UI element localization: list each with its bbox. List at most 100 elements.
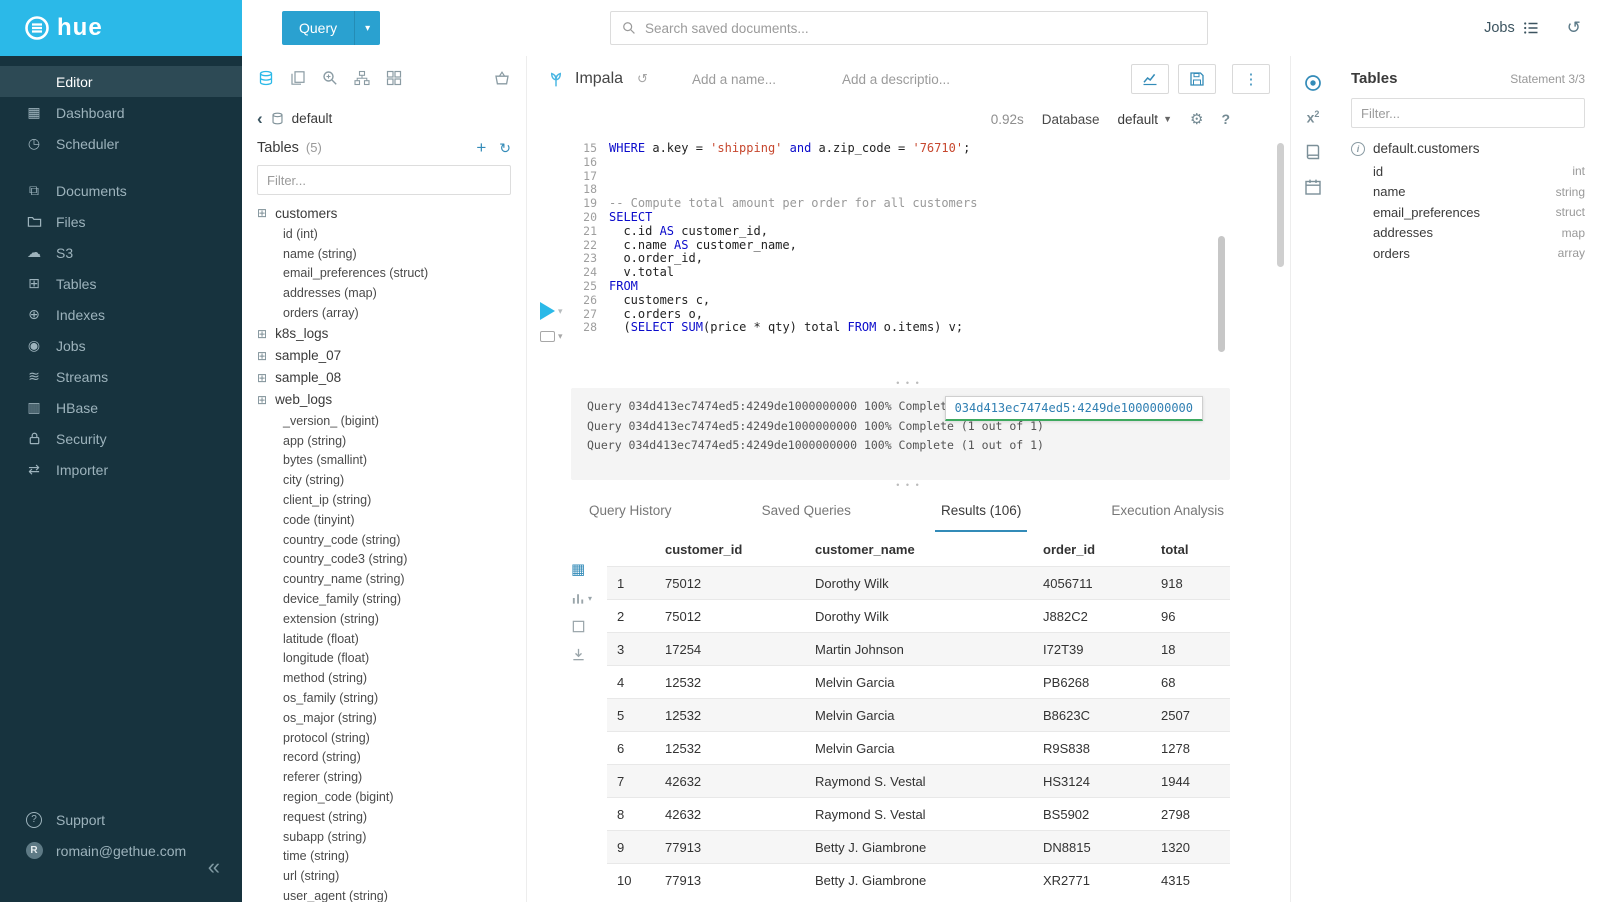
- database-breadcrumb[interactable]: default: [292, 111, 333, 126]
- insights-icon[interactable]: [1304, 74, 1322, 92]
- column-item[interactable]: latitude (float): [257, 629, 511, 649]
- column-item[interactable]: request (string): [257, 807, 511, 827]
- column-item[interactable]: country_code (string): [257, 530, 511, 550]
- table-row[interactable]: 977913Betty J. GiambroneDN88151320: [607, 831, 1230, 864]
- support-link[interactable]: ? Support: [0, 804, 242, 835]
- execute-button[interactable]: ▾: [540, 302, 563, 320]
- column-item[interactable]: referer (string): [257, 767, 511, 787]
- column-item[interactable]: app (string): [257, 431, 511, 451]
- download-icon[interactable]: [571, 647, 586, 662]
- column-item[interactable]: longitude (float): [257, 649, 511, 669]
- column-item[interactable]: code (tinyint): [257, 510, 511, 530]
- column-item[interactable]: extension (string): [257, 609, 511, 629]
- column-item[interactable]: os_family (string): [257, 688, 511, 708]
- column-item[interactable]: region_code (bigint): [257, 787, 511, 807]
- column-item[interactable]: bytes (smallint): [257, 451, 511, 471]
- table-row[interactable]: 317254Martin JohnsonI72T3918: [607, 633, 1230, 666]
- column-item-id[interactable]: idint: [1373, 161, 1585, 182]
- column-item[interactable]: _version_ (bigint): [257, 411, 511, 431]
- basket-icon[interactable]: [494, 70, 510, 86]
- settings-gear-icon[interactable]: ⚙: [1190, 110, 1203, 128]
- column-header-customer-id[interactable]: customer_id: [655, 532, 805, 567]
- column-item[interactable]: device_family (string): [257, 589, 511, 609]
- table-row[interactable]: 842632Raymond S. VestalBS59022798: [607, 798, 1230, 831]
- code-editor[interactable]: 1516171819202122232425262728 WHERE a.key…: [527, 136, 1290, 378]
- sidebar-item-jobs[interactable]: ◉Jobs: [0, 330, 242, 361]
- query-dropdown-caret[interactable]: ▾: [354, 11, 380, 45]
- table-filter-input[interactable]: [257, 165, 511, 195]
- global-search-input[interactable]: [645, 21, 1196, 36]
- column-item[interactable]: country_name (string): [257, 569, 511, 589]
- column-item-email-preferences[interactable]: email_preferencesstruct: [1373, 202, 1585, 223]
- column-item[interactable]: name (string): [257, 244, 511, 264]
- tab-saved-queries[interactable]: Saved Queries: [756, 490, 857, 532]
- search-assist-icon[interactable]: [322, 70, 338, 86]
- column-item[interactable]: url (string): [257, 866, 511, 886]
- tab-results-106[interactable]: Results (106): [935, 490, 1027, 532]
- column-item[interactable]: id (int): [257, 224, 511, 244]
- sidebar-item-s3[interactable]: ☁S3: [0, 237, 242, 268]
- chart-view-icon[interactable]: ▾: [571, 591, 592, 606]
- table-item-k8s-logs[interactable]: ⊞k8s_logs: [257, 323, 511, 345]
- table-item-sample-08[interactable]: ⊞sample_08: [257, 367, 511, 389]
- functions-icon[interactable]: x2: [1307, 109, 1320, 126]
- hue-logo[interactable]: hue: [0, 0, 242, 56]
- column-item-name[interactable]: namestring: [1373, 182, 1585, 203]
- resize-handle-top[interactable]: • • •: [527, 378, 1290, 388]
- column-item-addresses[interactable]: addressesmap: [1373, 223, 1585, 244]
- table-item-sample-07[interactable]: ⊞sample_07: [257, 345, 511, 367]
- help-icon[interactable]: ?: [1221, 111, 1230, 127]
- database-source-icon[interactable]: [258, 70, 274, 86]
- refresh-tables-icon[interactable]: ↻: [499, 141, 511, 155]
- column-item[interactable]: email_preferences (struct): [257, 264, 511, 284]
- table-row[interactable]: 275012Dorothy WilkJ882C296: [607, 600, 1230, 633]
- column-item[interactable]: record (string): [257, 748, 511, 768]
- sidebar-item-hbase[interactable]: ▥HBase: [0, 392, 242, 423]
- query-name-input[interactable]: [692, 72, 832, 87]
- resize-handle-bottom[interactable]: • • •: [527, 480, 1290, 490]
- tab-execution-analysis[interactable]: Execution Analysis: [1105, 490, 1230, 532]
- chart-options-caret[interactable]: ▾: [588, 594, 592, 603]
- column-item[interactable]: time (string): [257, 847, 511, 867]
- editor-scrollbar[interactable]: [1218, 236, 1225, 352]
- jobs-button[interactable]: Jobs: [1484, 20, 1539, 36]
- sidebar-item-importer[interactable]: ⇄Importer: [0, 454, 242, 485]
- column-item[interactable]: user_agent (string): [257, 886, 511, 902]
- execute-options-caret[interactable]: ▾: [558, 306, 563, 317]
- sitemap-icon[interactable]: [354, 70, 370, 86]
- column-header-total[interactable]: total: [1151, 532, 1230, 567]
- info-icon[interactable]: i: [1351, 142, 1365, 156]
- column-item[interactable]: os_major (string): [257, 708, 511, 728]
- sidebar-item-streams[interactable]: ≋Streams: [0, 361, 242, 392]
- create-table-icon[interactable]: +: [476, 139, 486, 156]
- column-header-order-id[interactable]: order_id: [1033, 532, 1151, 567]
- database-selector[interactable]: default▼: [1118, 112, 1172, 127]
- sidebar-item-files[interactable]: Files: [0, 206, 242, 237]
- column-item[interactable]: addresses (map): [257, 283, 511, 303]
- user-account[interactable]: R romain@gethue.com: [0, 835, 242, 866]
- right-filter-input[interactable]: [1351, 98, 1585, 128]
- table-row[interactable]: 412532Melvin GarciaPB626868: [607, 666, 1230, 699]
- table-item-web-logs[interactable]: ⊞web_logs: [257, 389, 511, 411]
- back-chevron-icon[interactable]: ‹: [257, 110, 263, 127]
- save-button[interactable]: [1178, 64, 1216, 94]
- language-reference-icon[interactable]: [1304, 143, 1322, 161]
- more-actions-button[interactable]: ⋮: [1232, 64, 1270, 94]
- chart-button[interactable]: [1131, 64, 1169, 94]
- query-history-icon[interactable]: ↺: [1567, 18, 1581, 38]
- sidebar-item-scheduler[interactable]: ◷Scheduler: [0, 128, 242, 159]
- table-row[interactable]: 175012Dorothy Wilk4056711918: [607, 567, 1230, 600]
- sidebar-item-security[interactable]: Security: [0, 423, 242, 454]
- sidebar-item-documents[interactable]: ⧉Documents: [0, 175, 242, 206]
- sidebar-item-tables[interactable]: ⊞Tables: [0, 268, 242, 299]
- collapse-sidebar-button[interactable]: «: [208, 856, 220, 878]
- sidebar-item-indexes[interactable]: ⊕Indexes: [0, 299, 242, 330]
- table-item-customers[interactable]: ⊞customers: [257, 202, 511, 224]
- snippet-history-icon[interactable]: ↺: [637, 71, 648, 87]
- column-item[interactable]: city (string): [257, 470, 511, 490]
- table-row[interactable]: 1077913Betty J. GiambroneXR27714315: [607, 864, 1230, 897]
- tab-query-history[interactable]: Query History: [583, 490, 678, 532]
- schedule-icon[interactable]: [1304, 178, 1322, 196]
- grid-view-icon[interactable]: ▦: [571, 560, 585, 578]
- query-id-tooltip[interactable]: 034d413ec7474ed5:4249de1000000000: [945, 396, 1203, 421]
